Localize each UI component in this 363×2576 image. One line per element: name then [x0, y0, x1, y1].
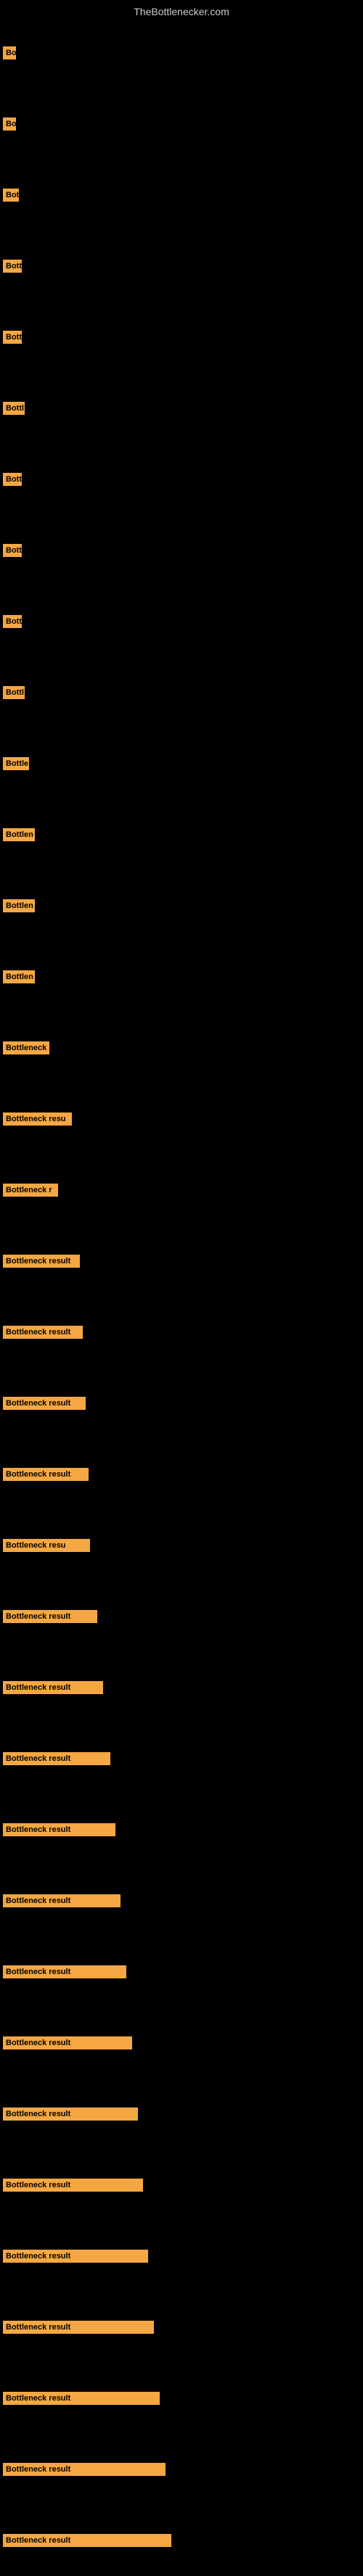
bottleneck-label: Bottlen	[3, 828, 35, 841]
bottleneck-label: Bott	[3, 544, 22, 557]
bottleneck-label: Bottleneck result	[3, 2534, 171, 2547]
bottleneck-label: Bottlen	[3, 899, 35, 912]
list-item: Bottleneck result	[0, 2078, 363, 2150]
bottleneck-label: Bottleneck r	[3, 1184, 58, 1197]
list-item: Bottleneck result	[0, 2363, 363, 2434]
list-item: Bot	[0, 160, 363, 231]
bottleneck-label: Bottleneck result	[3, 1468, 89, 1481]
bottleneck-label: Bottleneck result	[3, 1397, 86, 1410]
bottleneck-label: Bottleneck resu	[3, 1112, 72, 1126]
bottleneck-label: Bott	[3, 615, 22, 628]
list-item: Bottleneck result	[0, 1723, 363, 1794]
bottleneck-label: Bottlen	[3, 970, 35, 983]
list-item: Bottleneck resu	[0, 1083, 363, 1155]
list-item: Bo	[0, 88, 363, 160]
list-item: Bottlen	[0, 870, 363, 941]
list-item: Bott	[0, 302, 363, 373]
list-item: Bottleneck result	[0, 1439, 363, 1510]
bottleneck-label: Bottleneck result	[3, 2321, 154, 2334]
bottleneck-label: Bot	[3, 189, 19, 202]
list-item: Bo	[0, 17, 363, 88]
list-item: Bottleneck resu	[0, 1510, 363, 1581]
bottleneck-label: Bottleneck result	[3, 2392, 160, 2405]
bottleneck-label: Bott	[3, 260, 22, 273]
bottleneck-label: Bottl	[3, 402, 25, 415]
list-item: Bottleneck result	[0, 1581, 363, 1652]
list-item: Bottle	[0, 728, 363, 799]
list-item: Bottleneck result	[0, 1368, 363, 1439]
list-item: Bottleneck result	[0, 2505, 363, 2576]
bottleneck-label: Bottleneck	[3, 1041, 49, 1054]
bottleneck-label: Bottleneck result	[3, 1326, 83, 1339]
bottleneck-label: Bottleneck result	[3, 1681, 103, 1694]
bottleneck-label: Bottleneck result	[3, 1610, 97, 1623]
bottleneck-label: Bo	[3, 117, 16, 131]
list-item: Bottleneck result	[0, 2434, 363, 2505]
bottleneck-label: Bottleneck result	[3, 1965, 126, 1978]
list-item: Bottlen	[0, 799, 363, 870]
list-item: Bottleneck result	[0, 1865, 363, 1936]
list-item: Bottlen	[0, 941, 363, 1012]
bottleneck-label: Bottleneck result	[3, 2250, 148, 2263]
bottleneck-label: Bottle	[3, 757, 29, 770]
list-item: Bottleneck result	[0, 1794, 363, 1865]
bottleneck-label: Bottleneck resu	[3, 1539, 90, 1552]
list-item: Bottleneck result	[0, 2292, 363, 2363]
bottleneck-label: Bott	[3, 473, 22, 486]
bottleneck-label: Bottleneck result	[3, 1894, 121, 1907]
bottleneck-label: Bottleneck result	[3, 1255, 80, 1268]
list-item: Bottleneck result	[0, 1936, 363, 2007]
list-item: Bottleneck result	[0, 2007, 363, 2078]
list-item: Bott	[0, 586, 363, 657]
list-item: Bottleneck result	[0, 1652, 363, 1723]
list-item: Bottl	[0, 657, 363, 728]
bottleneck-label: Bottleneck result	[3, 2108, 138, 2121]
items-container: Bo Bo Bot Bott Bott Bottl Bott Bott Bott Bottl Bot…	[0, 17, 363, 2576]
list-item: Bottleneck	[0, 1012, 363, 1083]
list-item: Bott	[0, 231, 363, 302]
bottleneck-label: Bottleneck result	[3, 1752, 110, 1765]
bottleneck-label: Bottleneck result	[3, 2179, 143, 2192]
bottleneck-label: Bottleneck result	[3, 2036, 132, 2049]
bottleneck-label: Bo	[3, 46, 16, 59]
list-item: Bott	[0, 444, 363, 515]
bottleneck-label: Bottleneck result	[3, 1823, 115, 1836]
list-item: Bott	[0, 515, 363, 586]
list-item: Bottleneck result	[0, 2150, 363, 2221]
list-item: Bottleneck result	[0, 1226, 363, 1297]
list-item: Bottl	[0, 373, 363, 444]
bottleneck-label: Bottleneck result	[3, 2463, 166, 2476]
list-item: Bottleneck result	[0, 2221, 363, 2292]
bottleneck-label: Bottl	[3, 686, 25, 699]
list-item: Bottleneck result	[0, 1297, 363, 1368]
list-item: Bottleneck r	[0, 1155, 363, 1226]
bottleneck-label: Bott	[3, 331, 22, 344]
